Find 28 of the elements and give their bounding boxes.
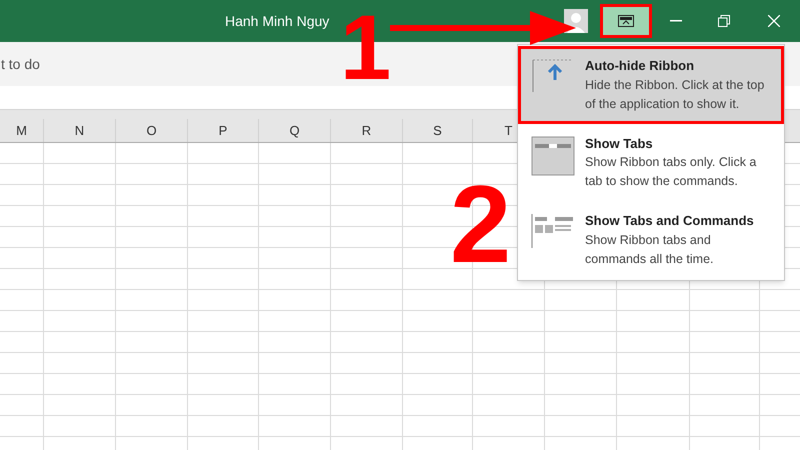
- menu-item[interactable]: Show Tabs and Commands Show Ribbon tabs and commands all the time.: [518, 201, 784, 278]
- step-number: 2: [450, 170, 512, 280]
- ribbon-tabs-icon: [531, 136, 575, 176]
- menu-item[interactable]: Show Tabs Show Ribbon tabs only. Click a tab to show the commands.: [518, 124, 784, 201]
- restore-icon: [718, 15, 730, 27]
- menu-item-title: Auto-hide Ribbon: [585, 57, 696, 75]
- menu-item[interactable]: Auto-hide Ribbon Hide the Ribbon. Click at the top of the application to show it.: [518, 46, 784, 124]
- user-avatar-icon[interactable]: [564, 9, 588, 33]
- column-header[interactable]: Q: [289, 120, 300, 140]
- close-icon: [768, 15, 780, 27]
- menu-item-description: Show Ribbon tabs and commands all the time.: [585, 232, 715, 268]
- menu-item-description: Hide the Ribbon. Click at the top of the application to show it.: [585, 76, 766, 113]
- column-header[interactable]: O: [146, 120, 157, 140]
- column-header[interactable]: R: [362, 120, 372, 140]
- menu-item-description: Show Ribbon tabs only. Click a tab to show the commands.: [585, 154, 758, 190]
- menu-item-title: Show Tabs: [585, 134, 654, 152]
- menu-item-title: Show Tabs and Commands: [585, 212, 755, 230]
- column-header[interactable]: M: [16, 120, 27, 140]
- column-header[interactable]: N: [74, 120, 84, 140]
- column-header[interactable]: T: [504, 120, 512, 140]
- user-name: Hanh Minh Nguy: [225, 12, 330, 31]
- column-header[interactable]: P: [218, 120, 228, 140]
- ribbon-display-options-button[interactable]: [600, 4, 652, 38]
- ribbon-display-icon: [618, 15, 634, 27]
- tell-me-text[interactable]: t to do: [1, 54, 40, 74]
- minimize-icon: [670, 20, 682, 22]
- column-header[interactable]: S: [433, 120, 442, 140]
- ribbon-commands-icon: [531, 213, 575, 249]
